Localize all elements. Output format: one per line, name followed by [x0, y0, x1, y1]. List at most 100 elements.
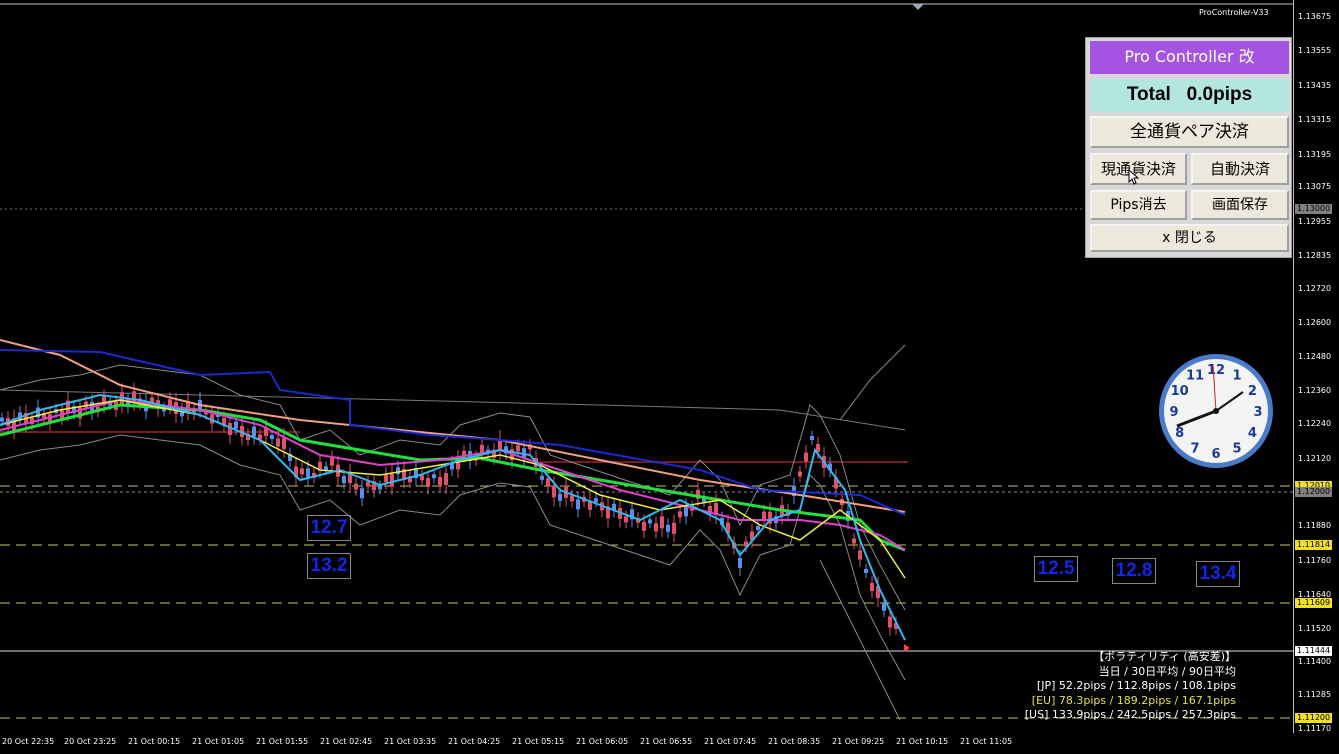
time-tick-label: 21 Oct 09:25: [832, 737, 885, 746]
volatility-heading: 【ボラティリティ (高安差)】: [1093, 650, 1236, 663]
screen-save-button[interactable]: 画面保存: [1191, 190, 1289, 220]
price-tick-label: 1.11880: [1298, 521, 1332, 530]
time-tick-label: 21 Oct 00:15: [128, 737, 181, 746]
price-tick-label: 1.12835: [1298, 251, 1332, 260]
clock-numeral: 9: [1169, 405, 1178, 420]
price-tick-label: 1.11400: [1298, 657, 1332, 666]
clock-center: [1213, 408, 1219, 414]
time-axis: 20 Oct 22:35 20 Oct 23:25 21 Oct 00:15 21 O…: [0, 733, 1294, 754]
clock-numeral: 12: [1207, 363, 1225, 378]
time-tick-label: 21 Oct 07:45: [704, 737, 757, 746]
candle-body: [276, 438, 280, 447]
clock-numeral: 8: [1175, 426, 1184, 441]
candle-body: [270, 435, 274, 439]
time-tick-label: 21 Oct 08:35: [768, 737, 821, 746]
time-tick-label: 21 Oct 11:05: [960, 737, 1013, 746]
candle-body: [516, 445, 520, 452]
close-all-pairs-button[interactable]: 全通貨ペア決済: [1090, 116, 1289, 148]
candle-body: [432, 474, 436, 479]
candle-body: [342, 476, 346, 484]
candle-body: [648, 519, 652, 524]
analog-clock-icon: 1234567891011 12: [1159, 354, 1273, 468]
candle-body: [444, 473, 448, 485]
pip-label: 13.2: [307, 553, 351, 579]
clock-numeral: 2: [1248, 384, 1257, 399]
time-tick-label: 21 Oct 10:15: [896, 737, 949, 746]
candle-body: [0, 417, 4, 422]
candle-body: [354, 483, 358, 490]
bollinger-upper-ext: [839, 344, 906, 421]
volatility-eu: [EU] 78.3pips / 189.2pips / 167.1pips: [1031, 693, 1236, 707]
price-tick-label: 1.12120: [1298, 454, 1332, 463]
price-level-label: 1.12000: [1295, 487, 1333, 497]
mouse-cursor-icon: [1128, 169, 1140, 185]
candle-body: [888, 616, 892, 628]
time-tick-label: 21 Oct 03:35: [384, 737, 437, 746]
chart-area[interactable]: ProController-V33 12.7 13.2 12.5 12.8 13…: [0, 0, 1294, 733]
time-tick-label: 20 Oct 22:35: [2, 737, 55, 746]
candle-body: [864, 569, 868, 573]
candle-body: [234, 421, 238, 429]
candle-body: [672, 522, 676, 534]
candle-body: [420, 475, 424, 481]
clock-numeral: 3: [1253, 405, 1262, 420]
price-tick-label: 1.13195: [1298, 150, 1332, 159]
clock-numeral: 4: [1248, 426, 1257, 441]
candle-body: [570, 495, 574, 502]
volatility-us: [US] 133.9pips / 242.5pips / 257.3pips: [1024, 708, 1236, 721]
time-tick-label: 21 Oct 05:15: [512, 737, 565, 746]
candle-body: [804, 452, 808, 462]
price-level-label: 1.11200: [1295, 713, 1333, 723]
candle-body: [624, 516, 628, 523]
clock-numeral: 11: [1186, 369, 1204, 384]
candle-body: [576, 499, 580, 510]
price-tick-label: 1.11285: [1298, 690, 1332, 699]
total-value: 0.0pips: [1186, 84, 1253, 105]
price-tick-label: 1.12360: [1298, 386, 1332, 395]
candle-body: [426, 478, 430, 487]
bollinger-lower-ext: [819, 559, 901, 721]
pips-clear-button[interactable]: Pips消去: [1090, 190, 1187, 220]
close-panel-button[interactable]: x 閉じる: [1090, 224, 1289, 252]
price-tick-label: 1.11520: [1298, 624, 1332, 633]
price-tick-label: 1.13675: [1298, 12, 1332, 21]
price-tick-label: 1.12240: [1298, 419, 1332, 428]
time-tick-label: 21 Oct 02:45: [320, 737, 373, 746]
price-tick-label: 1.11760: [1298, 556, 1332, 565]
candle-body: [438, 477, 442, 485]
clock-numeral: 6: [1211, 447, 1220, 462]
candle-body: [360, 488, 364, 499]
candle-body: [882, 603, 886, 611]
price-level-label: 1.11444: [1295, 646, 1333, 656]
candle-body: [390, 474, 394, 486]
candle-body: [678, 511, 682, 518]
time-tick-label: 21 Oct 01:55: [256, 737, 309, 746]
time-tick-label: 21 Oct 04:25: [448, 737, 501, 746]
candle-body: [762, 511, 766, 520]
ma-yellow: [0, 399, 906, 579]
price-tick-label: 1.12600: [1298, 318, 1332, 327]
candle-body: [540, 475, 544, 480]
pip-label: 12.7: [307, 515, 351, 541]
auto-close-button[interactable]: 自動決済: [1191, 153, 1289, 185]
shift-marker-icon: [912, 4, 924, 10]
pip-label: 13.4: [1196, 561, 1240, 587]
candle-body: [366, 481, 370, 487]
pip-label: 12.8: [1112, 558, 1156, 584]
candle-body: [252, 426, 256, 437]
time-tick-label: 21 Oct 06:05: [576, 737, 629, 746]
candle-body: [798, 471, 802, 477]
candle-body: [552, 485, 556, 498]
ea-name-label: ProController-V33: [1199, 8, 1269, 17]
panel-title: Pro Controller 改: [1090, 41, 1289, 74]
candle-body: [378, 485, 382, 490]
price-tick-label: 1.11170: [1298, 724, 1332, 733]
time-tick-label: 20 Oct 23:25: [64, 737, 117, 746]
candle-body: [666, 524, 670, 532]
candle-body: [654, 523, 658, 532]
candle-body: [738, 558, 742, 568]
clock-numeral: 7: [1190, 441, 1199, 456]
candle-body: [858, 550, 862, 560]
candle-body: [660, 516, 664, 529]
price-tick-label: 1.12480: [1298, 352, 1332, 361]
